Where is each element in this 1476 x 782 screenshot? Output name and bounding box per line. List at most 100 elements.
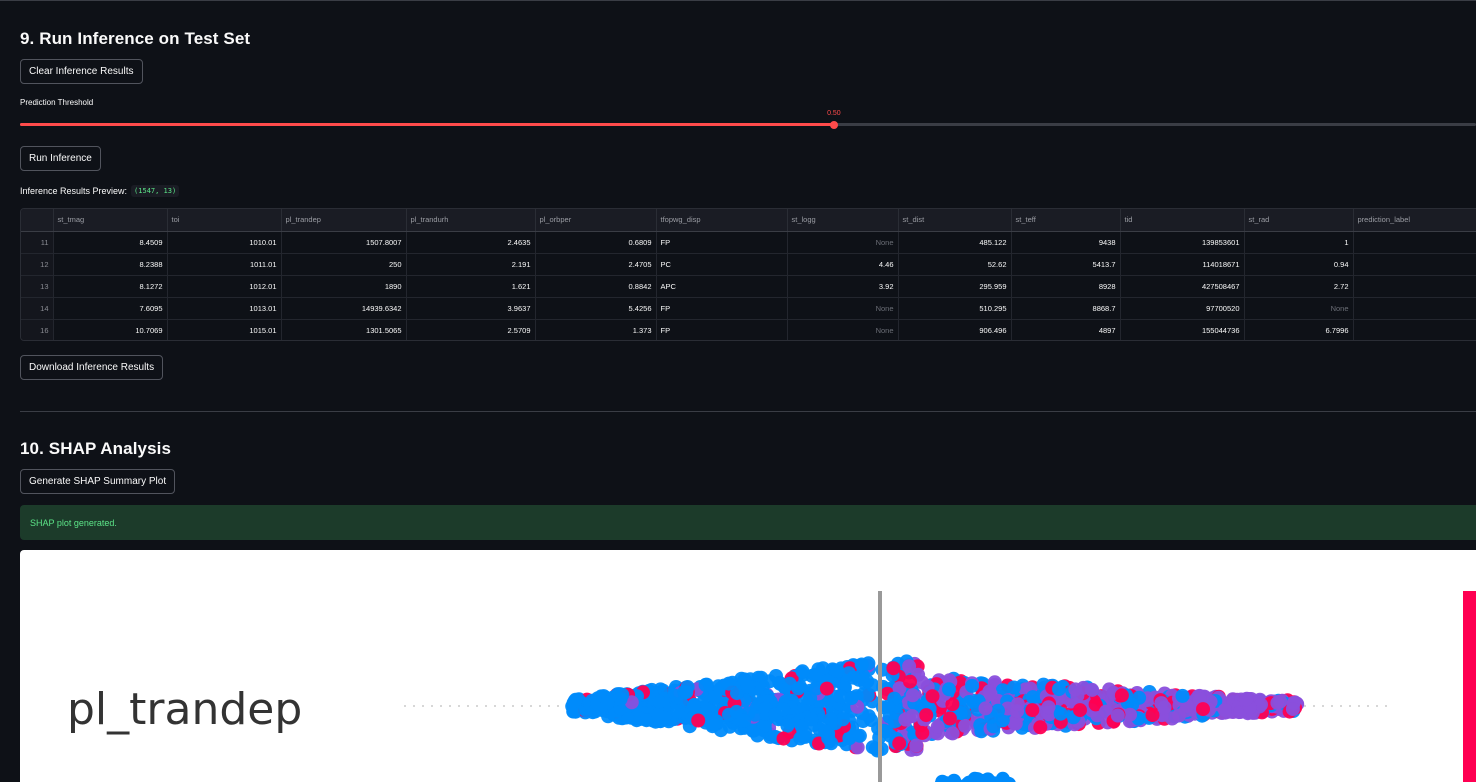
shap-point — [615, 687, 630, 702]
shap-point — [798, 729, 813, 744]
shap-point — [737, 713, 751, 728]
results-table[interactable]: st_tmag toi pl_trandep pl_trandurh pl_orbper… — [20, 208, 1476, 341]
guide-dot — [1376, 705, 1378, 707]
shap-point — [1073, 703, 1087, 718]
shap-point — [905, 688, 920, 703]
shap-point — [1068, 682, 1083, 697]
table-cell: None — [787, 297, 899, 320]
table-header-pl_orbper[interactable]: pl_orbper — [535, 209, 657, 232]
shap-point — [776, 702, 791, 717]
shap-point — [909, 738, 924, 753]
shap-feature-label: pl_trandep — [67, 684, 303, 735]
guide-dot — [1367, 705, 1369, 707]
shap-point — [823, 712, 838, 727]
table-cell: 1301.5065 — [281, 319, 407, 340]
slider-thumb[interactable] — [829, 120, 838, 129]
table-header-index[interactable] — [21, 209, 54, 232]
table-cell: 1.373 — [535, 319, 657, 340]
table-row[interactable]: 11 8.4509 1010.01 1507.8007 2.4635 0.6809 FP No… — [21, 231, 1476, 254]
shap-point — [892, 736, 907, 751]
guide-dot — [431, 705, 433, 707]
shap-point — [1025, 703, 1040, 718]
table-header-st_tmag[interactable]: st_tmag — [53, 209, 168, 232]
shap-point — [1270, 695, 1285, 710]
guide-dot — [494, 705, 496, 707]
shap-point — [1196, 702, 1210, 717]
table-header-tid[interactable]: tid — [1120, 209, 1245, 232]
table-header-pl_trandurh[interactable]: pl_trandurh — [406, 209, 536, 232]
guide-dot — [557, 705, 559, 707]
table-cell: 14939.6342 — [281, 297, 407, 320]
shap-point — [780, 718, 795, 733]
table-row[interactable]: 13 8.1272 1012.01 1890 1.621 0.8842 APC 3.92 295… — [21, 275, 1476, 298]
table-cell: 14 — [21, 297, 54, 320]
table-cell: 510.295 — [898, 297, 1012, 320]
shap-point — [930, 719, 945, 734]
table-cell: 13 — [21, 275, 54, 298]
generate-shap-button[interactable]: Generate SHAP Summary Plot — [20, 469, 176, 494]
shap-point — [1041, 700, 1056, 715]
table-row[interactable]: 14 7.6095 1013.01 14939.6342 3.9637 5.4256 FP N… — [21, 297, 1476, 320]
table-cell: 8868.7 — [1011, 297, 1121, 320]
shap-point — [854, 657, 869, 672]
table-header-st_logg[interactable]: st_logg — [787, 209, 899, 232]
shap-point — [1053, 706, 1068, 721]
table-header-toi[interactable]: toi — [167, 209, 282, 232]
table-cell: 155044736 — [1120, 319, 1245, 340]
shap-zero-line — [878, 591, 882, 782]
threshold-slider[interactable]: 0.50 — [20, 110, 1476, 129]
preview-caption: Inference Results Preview: (1547, 13) — [20, 185, 180, 197]
table-header-prediction_label[interactable]: prediction_label — [1353, 209, 1476, 232]
guide-dot — [548, 705, 550, 707]
shap-point — [925, 689, 940, 704]
shap-point — [965, 678, 980, 693]
table-cell — [1353, 253, 1476, 276]
shap-point — [1285, 702, 1300, 716]
table-header-st_teff[interactable]: st_teff — [1011, 209, 1121, 232]
table-cell: FP — [656, 231, 788, 254]
section-divider — [20, 411, 1476, 412]
table-header-st_dist[interactable]: st_dist — [898, 209, 1012, 232]
table-header-st_rad[interactable]: st_rad — [1244, 209, 1354, 232]
table-cell: 7.6095 — [53, 297, 168, 320]
table-cell: 10.7069 — [53, 319, 168, 340]
shap-point — [942, 711, 957, 726]
table-cell: 8.1272 — [53, 275, 168, 298]
table-cell: 0.6809 — [535, 231, 657, 254]
guide-dot — [512, 705, 514, 707]
shap-point — [818, 724, 833, 739]
shap-point — [880, 699, 895, 714]
shap-point — [886, 661, 901, 676]
table-cell: 5413.7 — [1011, 253, 1121, 276]
guide-dot — [476, 705, 478, 707]
shap-point — [942, 682, 956, 697]
shap-point — [1145, 708, 1160, 723]
table-cell: 3.92 — [787, 275, 899, 298]
guide-dot — [458, 705, 460, 707]
run-inference-button[interactable]: Run Inference — [20, 146, 101, 171]
shap-point — [707, 690, 722, 705]
table-row[interactable]: 12 8.2388 1011.01 250 2.191 2.4705 PC 4.46 52.62… — [21, 253, 1476, 276]
shap-point — [1239, 692, 1254, 707]
table-cell: 250 — [281, 253, 407, 276]
shap-point — [1008, 716, 1023, 731]
threshold-label: Prediction Threshold — [20, 98, 94, 107]
shap-point — [652, 694, 667, 709]
shap-point — [958, 718, 973, 733]
table-cell: 2.5709 — [406, 319, 536, 340]
guide-dot — [404, 705, 406, 707]
table-row[interactable]: 16 10.7069 1015.01 1301.5065 2.5709 1.373 FP No… — [21, 319, 1476, 340]
table-cell: 8.2388 — [53, 253, 168, 276]
table-cell: 8.4509 — [53, 231, 168, 254]
clear-inference-button[interactable]: Clear Inference Results — [20, 59, 143, 84]
shap-point — [915, 725, 930, 740]
table-cell: None — [787, 231, 899, 254]
table-cell: 1.621 — [406, 275, 536, 298]
table-cell: 0.94 — [1244, 253, 1354, 276]
download-results-button[interactable]: Download Inference Results — [20, 355, 164, 380]
shap-point — [567, 693, 582, 708]
table-header-pl_trandep[interactable]: pl_trandep — [281, 209, 407, 232]
shap-point — [670, 704, 685, 719]
table-cell: 0.8842 — [535, 275, 657, 298]
table-header-tfopwg_disp[interactable]: tfopwg_disp — [656, 209, 788, 232]
